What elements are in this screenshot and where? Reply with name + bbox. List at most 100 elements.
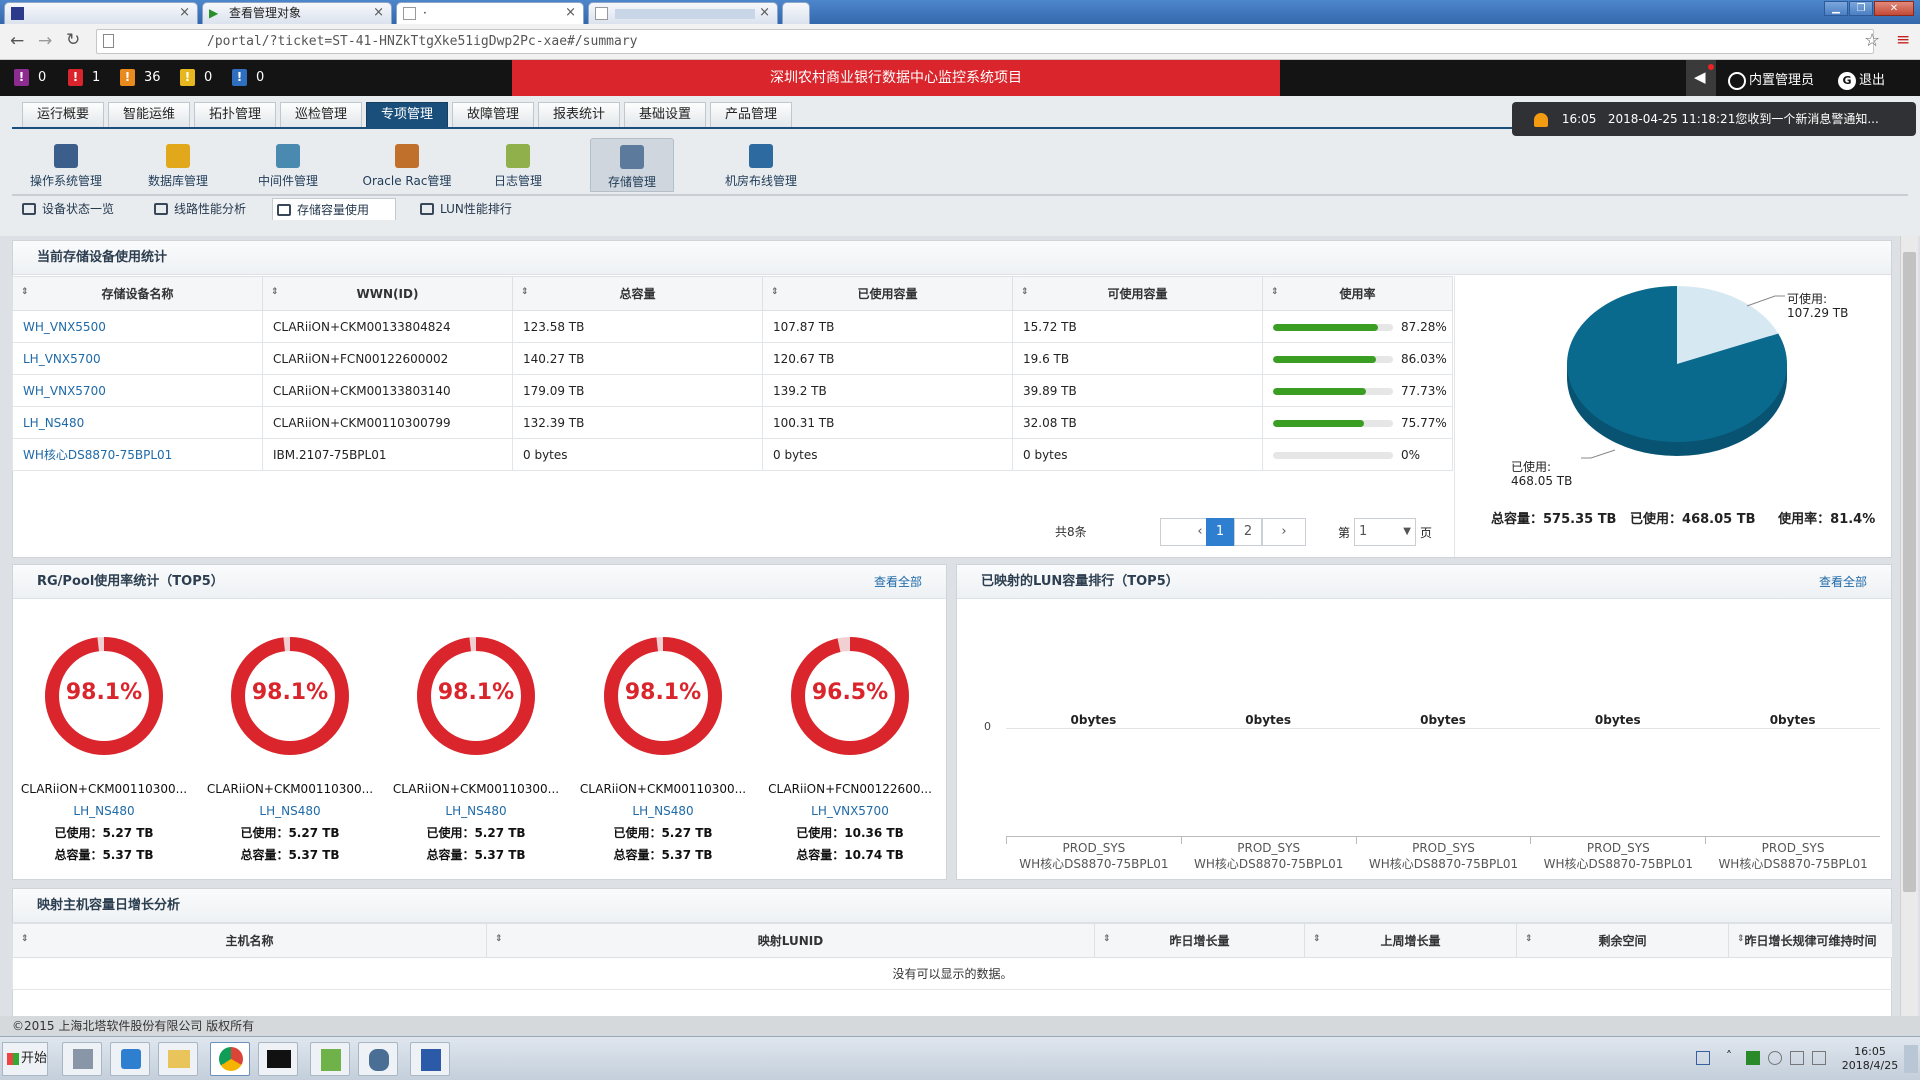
page-2-button[interactable]: 2 [1234, 518, 1262, 546]
sub-tab-3[interactable]: LUN性能排行 [416, 198, 526, 220]
volume-icon[interactable] [1812, 1051, 1826, 1065]
device-link[interactable]: LH_NS480 [573, 800, 753, 822]
sub-nav-item-4[interactable]: 日志管理 [474, 138, 562, 192]
sub-tab-1[interactable]: 线路性能分析 [150, 198, 258, 220]
column-header[interactable]: ⇕ 昨日增长规律可维持时间 [1728, 923, 1893, 958]
browser-tab-2[interactable]: ▶ 查看管理对象 × [202, 2, 392, 24]
sub-nav-item-2[interactable]: 中间件管理 [244, 138, 332, 192]
back-icon[interactable]: ← [10, 31, 24, 51]
new-tab-button[interactable] [782, 2, 810, 24]
nav-tab-1[interactable]: 智能运维 [108, 102, 190, 128]
view-all-link[interactable]: 查看全部 [1819, 565, 1867, 599]
nav-tab-8[interactable]: 产品管理 [710, 102, 792, 128]
show-desktop-button[interactable] [1904, 1045, 1918, 1073]
maximize-button[interactable]: ❐ [1849, 1, 1873, 16]
nav-tab-5[interactable]: 故障管理 [452, 102, 534, 128]
browser-tab-1[interactable]: × [4, 2, 198, 24]
taskbar-app-5[interactable] [258, 1042, 298, 1076]
browser-tab-3[interactable]: · × [396, 2, 584, 24]
column-header[interactable]: ⇕ 存储设备名称 [12, 276, 263, 311]
sub-nav-item-1[interactable]: 数据库管理 [134, 138, 222, 192]
page-1-button[interactable]: 1 [1206, 518, 1234, 546]
device-link[interactable]: LH_VNX5700 [760, 800, 940, 822]
device-link[interactable]: LH_NS480 [23, 416, 84, 430]
taskbar-app-2[interactable] [110, 1042, 150, 1076]
browser-tab-4[interactable]: × [588, 2, 778, 24]
sub-nav-item-3[interactable]: Oracle Rac管理 [352, 138, 462, 192]
close-icon[interactable]: × [565, 3, 576, 23]
nav-tab-4[interactable]: 专项管理 [366, 102, 448, 128]
nav-tab-7[interactable]: 基础设置 [624, 102, 706, 128]
usage-ring[interactable]: 98.1% [42, 634, 166, 758]
close-icon[interactable]: × [759, 3, 770, 23]
column-header[interactable]: ⇕ 剩余空间 [1516, 923, 1729, 958]
star-icon[interactable]: ☆ [1864, 30, 1880, 51]
column-header[interactable]: ⇕ 可使用容量 [1012, 276, 1263, 311]
device-link[interactable]: LH_NS480 [200, 800, 380, 822]
reload-icon[interactable]: ↻ [66, 30, 80, 50]
sub-nav-item-6[interactable]: 机房布线管理 [706, 138, 816, 192]
alert-warning[interactable]: ! 0 [180, 69, 212, 87]
device-link[interactable]: WH_VNX5700 [23, 384, 106, 398]
minimize-button[interactable]: ▁ [1824, 1, 1848, 16]
network-icon[interactable] [1790, 1051, 1804, 1065]
column-header[interactable]: ⇕ WWN(ID) [262, 276, 513, 311]
close-icon[interactable]: × [373, 3, 384, 23]
column-header[interactable]: ⇕ 主机名称 [12, 923, 487, 958]
usage-ring[interactable]: 96.5% [788, 634, 912, 758]
forward-icon[interactable]: → [38, 31, 52, 51]
taskbar-app-1[interactable] [62, 1042, 102, 1076]
device-link[interactable]: LH_NS480 [14, 800, 194, 822]
device-link[interactable]: WH核心DS8870-75BPL01 [23, 448, 172, 462]
next-page-button[interactable]: › [1262, 518, 1306, 546]
scrollbar-thumb[interactable] [1903, 252, 1916, 892]
nav-tab-6[interactable]: 报表统计 [538, 102, 620, 128]
tray-app-icon[interactable] [1768, 1051, 1782, 1065]
column-header[interactable]: ⇕ 上周增长量 [1304, 923, 1517, 958]
column-header[interactable]: ⇕ 使用率 [1262, 276, 1453, 311]
alert-major[interactable]: ! 1 [68, 69, 100, 87]
column-header[interactable]: ⇕ 昨日增长量 [1094, 923, 1305, 958]
nav-tab-0[interactable]: 运行概要 [22, 102, 104, 128]
taskbar-app-8[interactable] [410, 1042, 450, 1076]
usage-ring[interactable]: 98.1% [414, 634, 538, 758]
close-icon[interactable]: × [179, 3, 190, 23]
notification-toast[interactable]: 16:05 2018-04-25 11:18:21您收到一个新消息警通知... [1512, 102, 1916, 136]
tray-app-icon[interactable] [1746, 1051, 1760, 1065]
sub-tab-2[interactable]: 存储容量使用 [272, 198, 396, 220]
taskbar-app-3[interactable] [158, 1042, 198, 1076]
nav-tab-3[interactable]: 巡检管理 [280, 102, 362, 128]
sub-nav-item-5[interactable]: 存储管理 [590, 138, 674, 192]
page-select[interactable]: 1 ▼ [1354, 518, 1416, 546]
logout-button[interactable]: G 退出 [1838, 69, 1885, 90]
url-input[interactable]: /portal/?ticket=ST-41-HNZkTtgXke51igDwp2… [96, 29, 1874, 54]
view-all-link[interactable]: 查看全部 [874, 565, 922, 599]
start-button[interactable]: 开始 [2, 1042, 48, 1076]
sound-toggle[interactable]: ◀ [1686, 60, 1716, 96]
usage-ring[interactable]: 98.1% [601, 634, 725, 758]
alert-minor[interactable]: ! 36 [120, 69, 161, 87]
scrollbar[interactable] [1900, 236, 1918, 1016]
column-header[interactable]: ⇕ 已使用容量 [762, 276, 1013, 311]
device-link[interactable]: WH_VNX5500 [23, 320, 106, 334]
taskbar-chrome[interactable] [210, 1042, 250, 1076]
alert-critical[interactable]: ! 0 [14, 69, 46, 87]
close-window-button[interactable]: ✕ [1874, 1, 1914, 16]
alert-info[interactable]: ! 0 [232, 69, 264, 87]
user-menu[interactable]: 内置管理员 [1728, 69, 1814, 90]
column-header[interactable]: ⇕ 总容量 [512, 276, 763, 311]
nav-tab-2[interactable]: 拓扑管理 [194, 102, 276, 128]
input-icon[interactable] [1696, 1051, 1710, 1065]
column-header[interactable]: ⇕ 映射LUNID [486, 923, 1095, 958]
taskbar-app-6[interactable] [310, 1042, 350, 1076]
device-link[interactable]: LH_VNX5700 [23, 352, 101, 366]
chevron-up-icon[interactable]: ˄ [1726, 1049, 1732, 1063]
menu-icon[interactable]: ≡ [1896, 30, 1910, 50]
usage-ring[interactable]: 98.1% [228, 634, 352, 758]
taskbar-app-7[interactable] [358, 1042, 398, 1076]
sort-icon: ⇕ [21, 934, 29, 944]
sub-nav-item-0[interactable]: 操作系统管理 [22, 138, 110, 192]
device-link[interactable]: LH_NS480 [386, 800, 566, 822]
sub-tab-0[interactable]: 设备状态一览 [18, 198, 128, 220]
clock[interactable]: 16:05 2018/4/25 [1840, 1045, 1900, 1073]
